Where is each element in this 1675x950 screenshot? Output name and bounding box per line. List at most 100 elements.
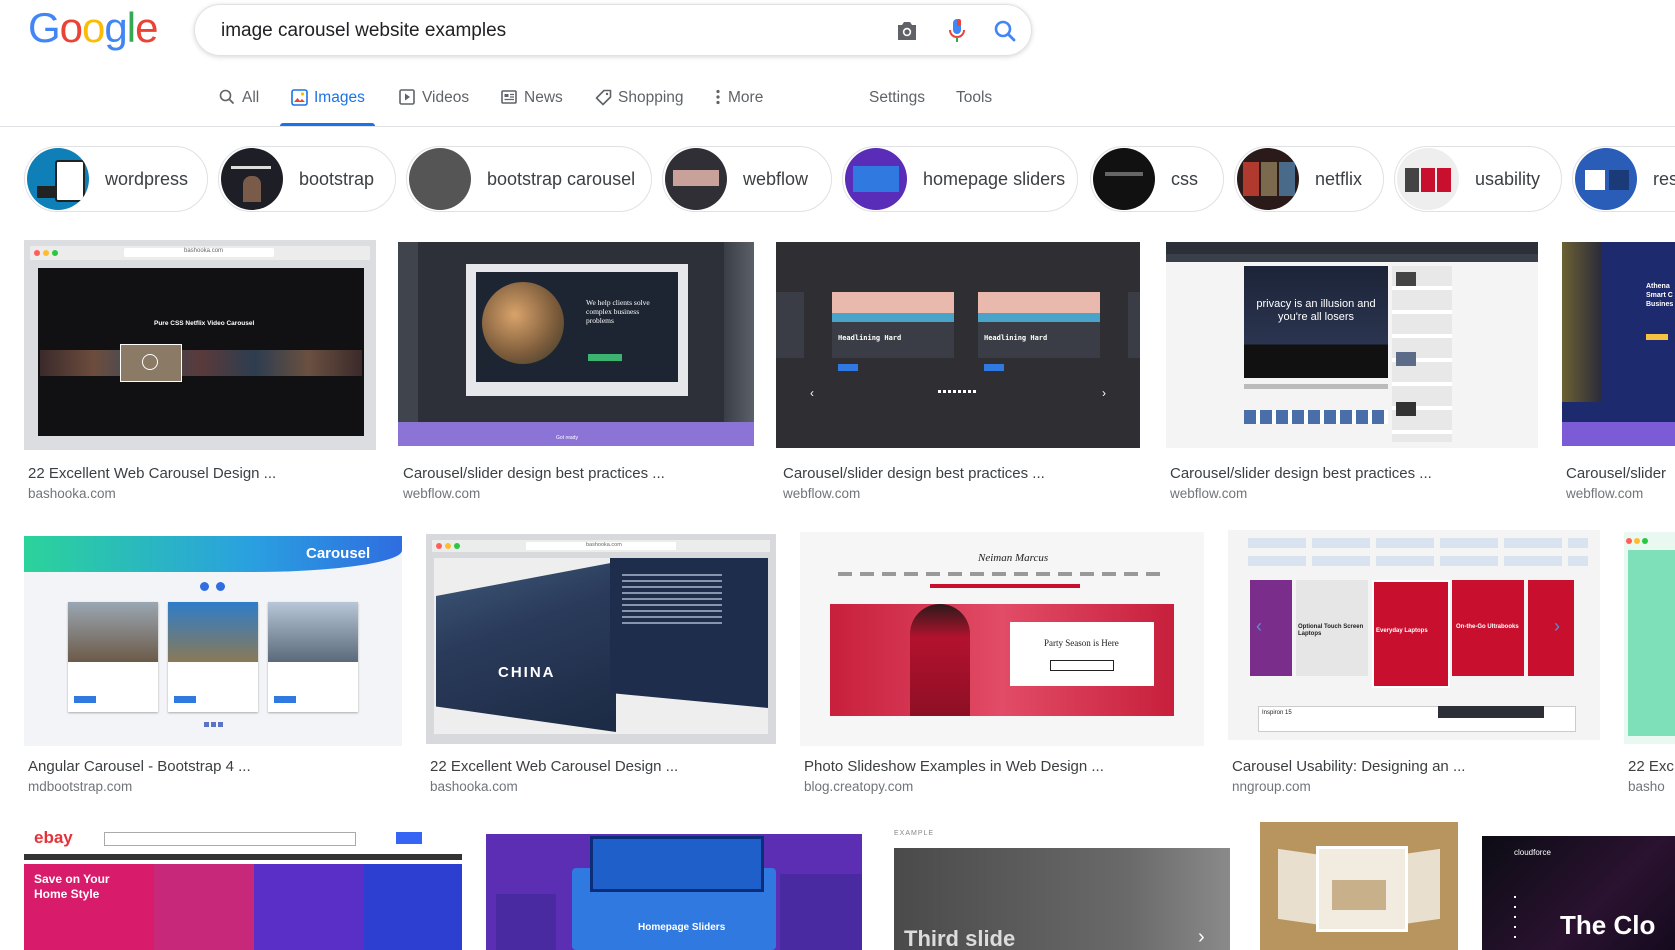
- result-thumbnail[interactable]: Headlining Hard Headlining Hard ‹ ›: [776, 242, 1140, 448]
- result-thumbnail[interactable]: privacy is an illusion and you're all lo…: [1166, 242, 1538, 448]
- result-title[interactable]: Carousel/slider design best practices ..…: [403, 465, 665, 482]
- image-result[interactable]: 22 Exc basho: [1624, 532, 1675, 796]
- tab-images[interactable]: Images: [280, 80, 375, 126]
- result-thumbnail[interactable]: Athena Smart C Busines: [1562, 242, 1675, 446]
- chevron-left-icon[interactable]: ‹: [810, 386, 814, 400]
- thumb-caption: Carousel: [306, 545, 371, 562]
- chip-label: res: [1653, 168, 1675, 189]
- tab-label: All: [242, 89, 260, 106]
- result-title[interactable]: Carousel/slider: [1566, 465, 1666, 482]
- thumb-caption: Athena Smart C Busines: [1646, 283, 1674, 308]
- result-thumbnail[interactable]: [1260, 822, 1458, 950]
- thumb-caption: Save on Your Home Style: [34, 872, 110, 901]
- camera-icon[interactable]: [893, 17, 921, 45]
- image-result[interactable]: Carousel Angular Carousel - Bootstrap 4 …: [24, 536, 402, 798]
- result-thumbnail[interactable]: [1624, 532, 1675, 744]
- logo-letter: g: [104, 4, 127, 51]
- result-source[interactable]: webflow.com: [1170, 486, 1247, 501]
- thumb-caption: Got ready: [556, 435, 578, 441]
- logo-letter: e: [135, 4, 158, 51]
- image-result[interactable]: Headlining Hard Headlining Hard ‹ › Caro…: [776, 242, 1142, 512]
- chevron-right-icon[interactable]: ›: [1198, 926, 1205, 949]
- chevron-left-icon[interactable]: ‹: [1256, 616, 1262, 637]
- chip-wordpress[interactable]: wordpress: [24, 146, 208, 212]
- image-result[interactable]: Homepage Sliders: [486, 834, 862, 950]
- image-result[interactable]: Neiman Marcus Party Season is Here Photo…: [800, 532, 1204, 796]
- result-title[interactable]: Carousel Usability: Designing an ...: [1232, 758, 1465, 775]
- image-icon: [290, 88, 308, 106]
- result-title[interactable]: Carousel/slider design best practices ..…: [1170, 465, 1432, 482]
- result-thumbnail[interactable]: cloudforce The Clo: [1482, 836, 1675, 950]
- result-thumbnail[interactable]: Carousel: [24, 536, 402, 746]
- image-result[interactable]: ebay Save on Your Home Style: [24, 822, 462, 950]
- chip-bootstrap-carousel[interactable]: bootstrap carousel: [406, 146, 652, 212]
- result-title[interactable]: 22 Excellent Web Carousel Design ...: [430, 758, 678, 775]
- result-source[interactable]: blog.creatopy.com: [804, 779, 913, 794]
- thumb-caption: Optional Touch Screen Laptops: [1298, 624, 1364, 637]
- result-source[interactable]: bashooka.com: [430, 779, 518, 794]
- play-icon: [142, 354, 158, 370]
- thumb-caption: bashooka.com: [586, 542, 622, 548]
- thumb-caption: The Clo: [1560, 910, 1656, 940]
- chip-usability[interactable]: usability: [1394, 146, 1562, 212]
- result-source[interactable]: nngroup.com: [1232, 779, 1311, 794]
- tab-all[interactable]: All: [218, 80, 259, 126]
- chip-bootstrap[interactable]: bootstrap: [218, 146, 396, 212]
- thumb-caption: ebay: [34, 828, 73, 847]
- chip-netflix[interactable]: netflix: [1234, 146, 1384, 212]
- result-source[interactable]: bashooka.com: [28, 486, 116, 501]
- chip-thumbnail: [1237, 148, 1299, 210]
- chevron-right-icon[interactable]: ›: [1102, 386, 1106, 400]
- image-result[interactable]: Athena Smart C Busines Carousel/slider w…: [1562, 242, 1675, 512]
- chip-label: homepage sliders: [923, 168, 1066, 189]
- chip-webflow[interactable]: webflow: [662, 146, 832, 212]
- result-title[interactable]: Angular Carousel - Bootstrap 4 ...: [28, 758, 251, 775]
- result-thumbnail[interactable]: bashooka.com CHINA: [426, 534, 776, 744]
- tab-settings[interactable]: Settings: [869, 80, 925, 126]
- image-result[interactable]: EXAMPLE Third slide ›: [886, 822, 1236, 950]
- chip-css[interactable]: css: [1090, 146, 1224, 212]
- result-thumbnail[interactable]: EXAMPLE Third slide ›: [886, 822, 1236, 950]
- result-thumbnail[interactable]: Optional Touch Screen Laptops Everyday L…: [1228, 530, 1600, 740]
- tab-more[interactable]: More: [714, 80, 763, 126]
- logo-letter: o: [59, 4, 83, 51]
- image-result[interactable]: privacy is an illusion and you're all lo…: [1166, 242, 1540, 512]
- result-title[interactable]: Photo Slideshow Examples in Web Design .…: [804, 758, 1104, 775]
- result-source[interactable]: webflow.com: [1566, 486, 1643, 501]
- image-result[interactable]: We help clients solve complex business p…: [398, 242, 754, 512]
- logo-letter: o: [82, 4, 105, 51]
- tab-videos[interactable]: Videos: [398, 80, 469, 126]
- result-source[interactable]: webflow.com: [403, 486, 480, 501]
- result-title[interactable]: Carousel/slider design best practices ..…: [783, 465, 1045, 482]
- result-title[interactable]: 22 Excellent Web Carousel Design ...: [28, 465, 276, 482]
- google-logo[interactable]: Google: [28, 4, 158, 52]
- more-vertical-icon: [714, 88, 722, 106]
- result-thumbnail[interactable]: ebay Save on Your Home Style: [24, 822, 462, 950]
- tab-shopping[interactable]: Shopping: [594, 80, 684, 126]
- result-thumbnail[interactable]: bashooka.com Pure CSS Netflix Video Caro…: [24, 240, 376, 450]
- result-thumbnail[interactable]: We help clients solve complex business p…: [398, 242, 754, 446]
- image-result[interactable]: [1260, 822, 1458, 950]
- result-title[interactable]: 22 Exc: [1628, 758, 1674, 775]
- news-icon: [500, 88, 518, 106]
- chip-thumbnail: [845, 148, 907, 210]
- tab-news[interactable]: News: [500, 80, 563, 126]
- chip-thumbnail: [1575, 148, 1637, 210]
- chip-homepage-sliders[interactable]: homepage sliders: [842, 146, 1078, 212]
- result-source[interactable]: webflow.com: [783, 486, 860, 501]
- image-result[interactable]: cloudforce The Clo: [1482, 836, 1675, 950]
- search-input[interactable]: [219, 17, 823, 45]
- image-result[interactable]: Optional Touch Screen Laptops Everyday L…: [1228, 530, 1600, 796]
- chevron-right-icon[interactable]: ›: [1554, 616, 1560, 637]
- result-thumbnail[interactable]: Homepage Sliders: [486, 834, 862, 950]
- microphone-icon[interactable]: [943, 17, 971, 45]
- search-box[interactable]: [194, 4, 1032, 56]
- search-icon[interactable]: [991, 17, 1019, 45]
- result-source[interactable]: mdbootstrap.com: [28, 779, 132, 794]
- tab-tools[interactable]: Tools: [956, 80, 992, 126]
- image-result[interactable]: bashooka.com CHINA 22 Excellent Web Caro…: [426, 534, 776, 796]
- result-thumbnail[interactable]: Neiman Marcus Party Season is Here: [800, 532, 1204, 746]
- image-result[interactable]: bashooka.com Pure CSS Netflix Video Caro…: [24, 240, 376, 510]
- chip-res[interactable]: res: [1572, 146, 1675, 212]
- result-source[interactable]: basho: [1628, 779, 1665, 794]
